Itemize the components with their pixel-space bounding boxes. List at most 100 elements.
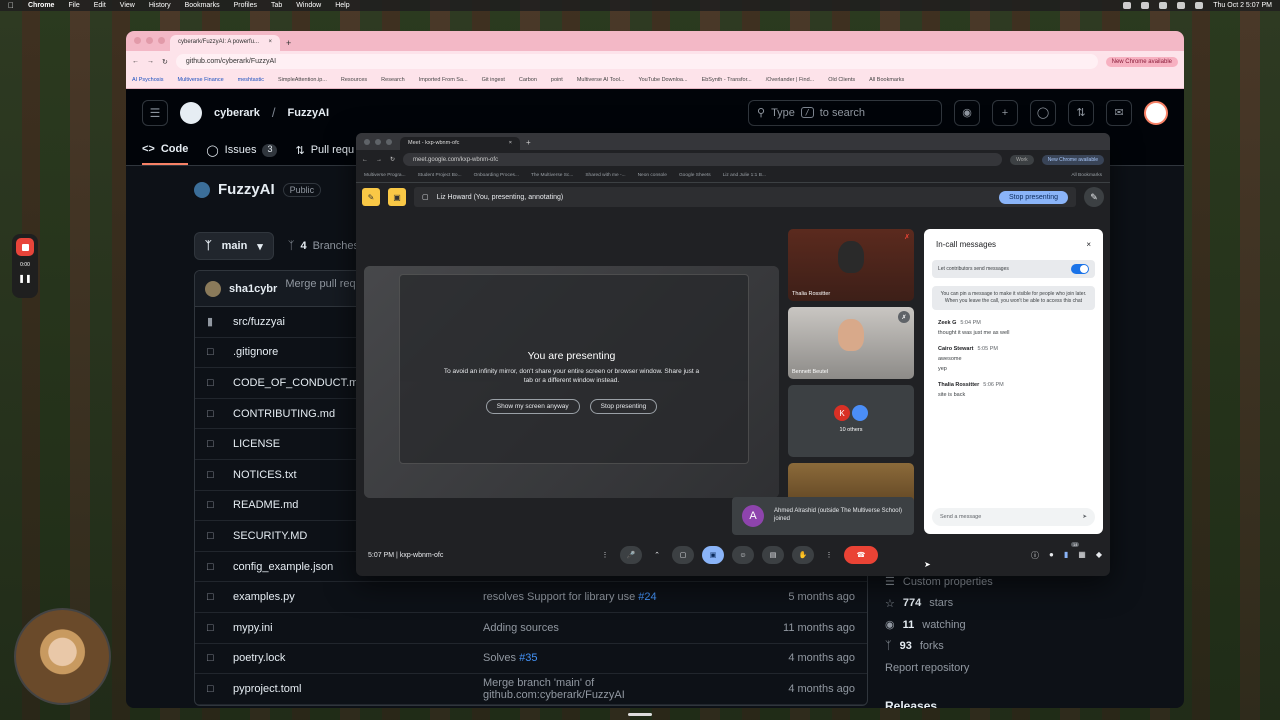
bookmark[interactable]: EbSynth - Transfor... — [702, 77, 752, 83]
back-icon[interactable]: ← — [132, 58, 139, 65]
new-tab-icon[interactable]: + — [526, 138, 531, 150]
close-icon[interactable]: × — [509, 140, 512, 147]
wifi-icon[interactable] — [1177, 2, 1186, 9]
chevron-up-icon[interactable]: ⌃ — [650, 546, 664, 564]
menu-icon[interactable]: ☰ — [142, 99, 168, 126]
copilot-icon[interactable]: ◉ — [954, 99, 980, 126]
back-icon[interactable]: ← — [362, 157, 368, 163]
mic-button[interactable]: 🎤 — [620, 546, 642, 564]
bookmark[interactable]: meshtastic — [238, 77, 264, 83]
pause-icon[interactable]: ❚❚ — [18, 274, 31, 283]
new-tab-icon[interactable]: + — [286, 38, 291, 51]
bookmark[interactable]: Carbon — [519, 77, 537, 83]
raise-hand-button[interactable]: ✋ — [792, 546, 814, 564]
pen-icon[interactable]: ✎ — [1084, 187, 1104, 207]
leave-call-button[interactable]: ☎ — [844, 546, 878, 564]
report-repository-link[interactable]: Report repository — [885, 657, 993, 679]
whiteboard-icon[interactable]: ▣ — [388, 188, 406, 206]
participant-tile[interactable]: ✗ Thalia Rossitter — [788, 229, 914, 301]
tab-code[interactable]: <> Code — [142, 143, 189, 165]
stop-presenting-button[interactable]: Stop presenting — [998, 190, 1068, 204]
bookmark[interactable]: YouTube Downloa... — [638, 77, 687, 83]
breadcrumb-repo[interactable]: FuzzyAI — [288, 107, 330, 119]
minimize-dot[interactable] — [375, 139, 381, 145]
bookmark[interactable]: Old Clients — [828, 77, 855, 83]
inbox-icon[interactable]: ✉ — [1106, 99, 1132, 126]
issues-icon[interactable]: ◯ — [1030, 99, 1056, 126]
stop-record-button[interactable] — [16, 238, 34, 256]
bookmark[interactable]: Imported From Sa... — [419, 77, 468, 83]
bookmark[interactable]: Multiverse AI Tool... — [577, 77, 625, 83]
chat-icon[interactable]: ▮ — [1064, 550, 1068, 561]
people-icon[interactable]: ● 14 — [1049, 541, 1080, 561]
captions-button[interactable]: ▤ — [762, 546, 784, 564]
reload-icon[interactable]: ↻ — [162, 58, 168, 66]
annotate-icon[interactable]: ✎ — [362, 188, 380, 206]
close-icon[interactable]: × — [1086, 240, 1091, 249]
all-bookmarks[interactable]: All Bookmarks — [869, 77, 904, 83]
address-bar[interactable]: github.com/cyberark/FuzzyAI — [175, 54, 1098, 69]
bookmark[interactable]: Git ingest — [482, 77, 505, 83]
bookmark[interactable]: SimpleAttention.ip... — [278, 77, 327, 83]
apple-icon[interactable]:  — [8, 1, 14, 10]
breadcrumb-owner[interactable]: cyberark — [214, 107, 260, 119]
bookmark[interactable]: Neon console — [638, 173, 667, 178]
menu-profiles[interactable]: Profiles — [234, 2, 257, 9]
close-dot[interactable] — [364, 139, 370, 145]
file-row[interactable]: □ poetry.lock Solves #35 4 months ago — [195, 644, 867, 675]
bookmark[interactable]: Shared with me -... — [585, 173, 625, 178]
bookmark[interactable]: Liz and Julie 1:1 B... — [723, 173, 766, 178]
chrome-update-button[interactable]: New Chrome available — [1105, 56, 1178, 67]
present-button[interactable]: ▣ — [702, 546, 724, 564]
menubar-clock[interactable]: Thu Oct 2 5:07 PM — [1213, 2, 1272, 9]
close-icon[interactable]: × — [268, 39, 272, 47]
participant-tile[interactable]: ✗ Bennett Beutel — [788, 307, 914, 379]
tab-pull-requests[interactable]: ⇅ Pull requ — [295, 144, 354, 165]
menu-view[interactable]: View — [120, 2, 135, 9]
file-row[interactable]: □ pyproject.toml Merge branch 'main' of … — [195, 674, 867, 705]
file-row[interactable]: □ mypy.ini Adding sources 11 months ago — [195, 613, 867, 644]
menu-file[interactable]: File — [68, 2, 79, 9]
zoom-dot[interactable] — [158, 37, 165, 44]
file-name[interactable]: pyproject.toml — [233, 683, 483, 695]
repo-name[interactable]: FuzzyAI — [218, 181, 275, 198]
bookmark[interactable]: Multiverse Progra... — [364, 173, 406, 178]
bookmark[interactable]: Onboarding Proces... — [474, 173, 519, 178]
bookmark[interactable]: AI Psychosis — [132, 77, 163, 83]
commit-link[interactable]: #24 — [638, 591, 656, 603]
branch-select[interactable]: ᛉ main ▾ — [194, 232, 274, 260]
tab-github[interactable]: cyberark/FuzzyAI: A powerfu... × — [170, 35, 280, 51]
address-bar[interactable]: meet.google.com/kxp-wbnm-ofc — [403, 153, 1003, 166]
more-options-icon[interactable]: ⋮ — [822, 546, 836, 564]
commit-user[interactable]: sha1cybr — [229, 283, 277, 295]
message-input[interactable]: Send a message ➤ — [932, 508, 1095, 526]
avatar[interactable] — [1144, 100, 1168, 125]
activities-icon[interactable]: ▦ — [1078, 550, 1086, 561]
tab-meet[interactable]: Meet - kxp-wbnm-ofc × — [400, 137, 520, 150]
file-name[interactable]: poetry.lock — [233, 652, 483, 664]
menu-history[interactable]: History — [149, 2, 171, 9]
bookmark[interactable]: Multiverse Finance — [177, 77, 223, 83]
camera-button[interactable]: ▢ — [672, 546, 694, 564]
commit-link[interactable]: #35 — [519, 652, 537, 664]
bookmark[interactable]: point — [551, 77, 563, 83]
bookmark[interactable]: Student Project Bo... — [418, 173, 462, 178]
branches-link[interactable]: ᛉ 4 Branches — [288, 240, 359, 252]
forward-icon[interactable]: → — [376, 157, 382, 163]
forks-link[interactable]: ᛉ 93 forks — [885, 636, 993, 658]
stop-presenting-secondary-button[interactable]: Stop presenting — [589, 399, 658, 415]
bookmark[interactable]: Resources — [341, 77, 367, 83]
file-name[interactable]: mypy.ini — [233, 622, 483, 634]
minimize-dot[interactable] — [146, 37, 153, 44]
info-icon[interactable]: ⓘ — [1031, 550, 1039, 561]
menu-edit[interactable]: Edit — [94, 2, 106, 9]
bookmark[interactable]: Research — [381, 77, 405, 83]
close-dot[interactable] — [134, 37, 141, 44]
watching-link[interactable]: ◉ 11 watching — [885, 614, 993, 636]
file-commit-message[interactable]: Merge branch 'main' of github.com:cybera… — [483, 677, 735, 701]
bookmark[interactable]: /Overlander | Find... — [766, 77, 815, 83]
status-icon[interactable] — [1123, 2, 1132, 9]
commit-message[interactable]: Merge pull requ — [285, 278, 361, 290]
profile-button[interactable]: Work — [1010, 154, 1034, 165]
menu-tab[interactable]: Tab — [271, 2, 282, 9]
